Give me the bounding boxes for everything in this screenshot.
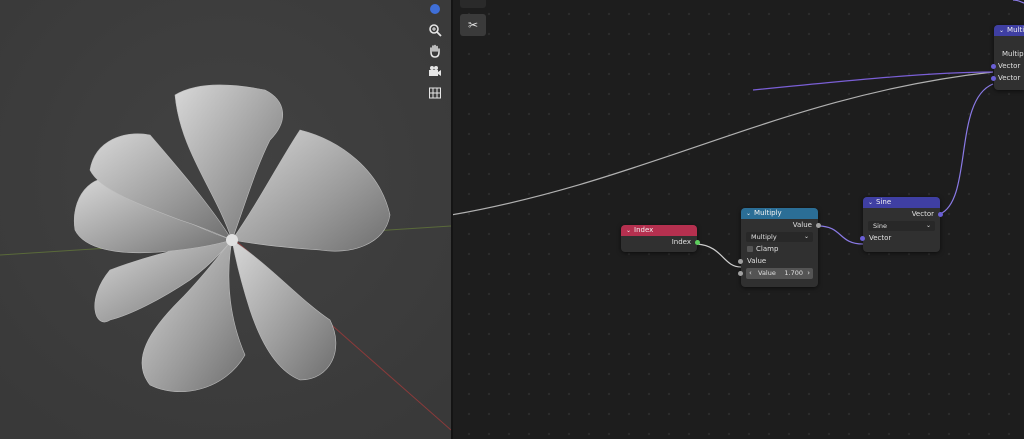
input-socket-row: Vector [991,72,1024,84]
editor-top-icon[interactable] [460,0,486,8]
math-multiply-node-header[interactable]: ⌄ Multiply [741,208,818,219]
input-socket[interactable] [738,258,743,264]
node-title: Sine [876,198,892,206]
chevron-down-icon: ⌄ [925,222,931,229]
index-node-header[interactable]: ⌄ Index [621,225,697,236]
output-socket-row: Value [741,219,821,231]
clamp-checkbox[interactable] [747,246,753,252]
node-title: Multiply [754,209,782,217]
socket-label: Vector [869,234,892,242]
field-label: Value [758,269,776,277]
socket-label: Index [671,238,691,246]
axis-gizmo[interactable] [424,2,446,16]
operation-dropdown[interactable]: Sine ⌄ [868,221,935,231]
hand-pan-icon[interactable] [424,40,446,62]
output-socket[interactable] [695,239,700,245]
3d-viewport[interactable] [0,0,451,439]
node-spacer [994,36,1024,48]
socket-label: Value [792,221,812,229]
grid-perspective-icon[interactable] [424,82,446,104]
socket-label: Vector [911,210,934,218]
input-socket[interactable] [738,271,743,276]
node-editor[interactable]: ✂ ⌄ Index Index ⌄ Multiply Value Multiply ⌄… [453,0,1024,439]
value-field[interactable]: ‹ Value 1.700 › [738,268,813,279]
input-socket[interactable] [991,75,996,81]
increment-arrow-icon[interactable]: › [807,268,810,279]
operation-row[interactable]: Multiply [994,48,1024,60]
vector-multiply-node-header[interactable]: ⌄Multiply [994,25,1024,36]
node-title: Index [634,226,654,234]
zoom-icon[interactable] [424,19,446,41]
sine-node[interactable]: ⌄ Sine Vector Sine ⌄ Vector [860,197,943,252]
viewport-scene [0,0,451,439]
clamp-row[interactable]: Clamp [741,243,818,255]
input-socket[interactable] [860,235,865,241]
input-socket-row: Vector [860,232,940,244]
input-socket[interactable] [991,63,996,69]
operation-dropdown[interactable]: Multiply ⌄ [746,232,813,242]
socket-label: Vector [998,62,1021,70]
dropdown-value: Sine [873,222,888,230]
chevron-down-icon: ⌄ [803,233,809,240]
editor-tool-icon[interactable]: ✂ [460,14,486,36]
node-title: Multiply [1007,26,1024,34]
link-index-to-value [696,243,742,268]
math-multiply-node[interactable]: ⌄ Multiply Value Multiply ⌄ Clamp Value ‹ … [738,208,821,287]
socket-label: Value [747,257,767,265]
sine-node-header[interactable]: ⌄ Sine [863,197,940,208]
dropdown-value: Multiply [751,233,777,241]
link-to-vector-a [453,71,994,216]
decrement-arrow-icon[interactable]: ‹ [749,268,752,279]
index-node[interactable]: ⌄ Index Index [621,225,700,252]
field-value: 1.700 [784,269,803,277]
output-socket-row: Vector [863,208,943,220]
checkbox-label: Clamp [756,245,779,253]
output-socket-row: Index [621,236,700,248]
input-socket-row: Value [738,255,818,267]
socket-label: Vector [998,74,1021,82]
dropdown-value: Multiply [1002,50,1024,58]
output-socket[interactable] [938,211,943,217]
camera-icon[interactable] [424,61,446,83]
flower-center [226,234,238,246]
vector-multiply-node[interactable]: ⌄Multiply Multiply Vector Vector [991,25,1024,90]
output-socket[interactable] [816,222,821,228]
link-value-to-vector [817,225,864,245]
input-socket-row: Vector [991,60,1024,72]
link-sine-to-multiply [939,83,994,215]
link-vector-highlight [752,71,994,91]
